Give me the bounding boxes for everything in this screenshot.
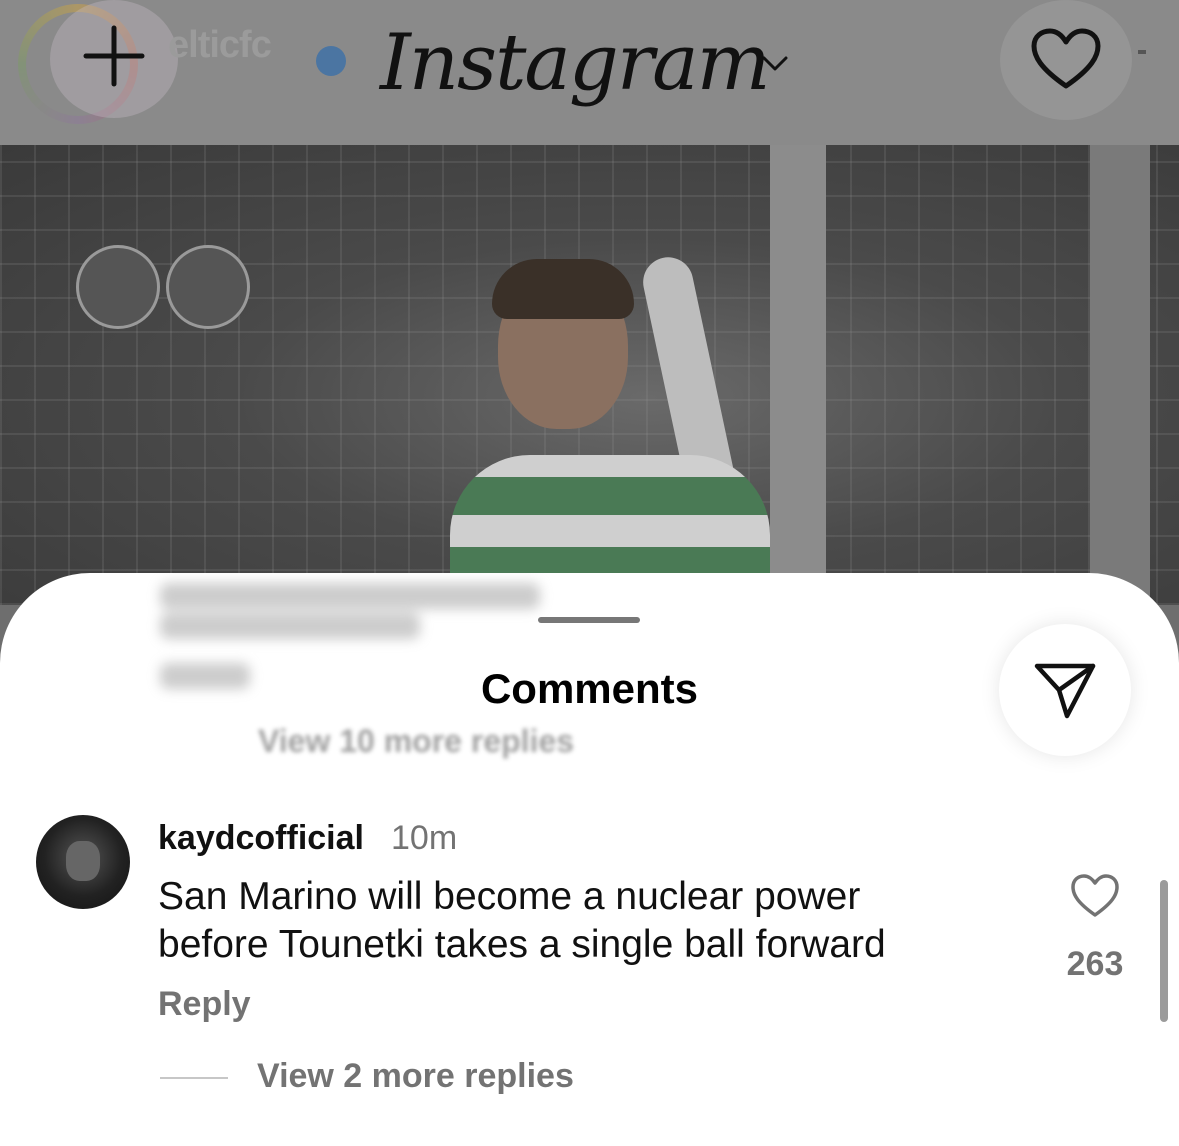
heart-icon — [1031, 28, 1101, 89]
rangers-crest-logo — [76, 245, 160, 329]
instagram-logo[interactable]: Instagram — [380, 18, 771, 108]
scrollbar[interactable] — [1160, 880, 1168, 1022]
overflow-indicator — [1138, 50, 1146, 54]
notifications-button[interactable] — [1000, 0, 1132, 120]
comment-timestamp: 10m — [391, 819, 458, 857]
comment-text-line-1: San Marino will become a nuclear power — [158, 875, 861, 918]
comments-sheet: View 10 more replies Comments kaydcoffic… — [0, 573, 1179, 1146]
celtic-crest-logo — [166, 245, 250, 329]
player-figure — [440, 252, 780, 605]
share-button[interactable] — [999, 624, 1131, 756]
like-count: 263 — [1066, 945, 1124, 983]
top-app-bar: elticfc Instagram — [0, 0, 1179, 145]
sheet-drag-handle[interactable] — [538, 617, 640, 623]
verified-badge-icon — [316, 46, 346, 76]
reply-button[interactable]: Reply — [158, 985, 251, 1024]
chevron-down-icon[interactable] — [760, 52, 790, 74]
comment-text-line-2: before Tounetki takes a single ball forw… — [158, 923, 886, 966]
plus-icon — [83, 25, 145, 87]
view-more-replies-button[interactable]: View 2 more replies — [257, 1057, 574, 1096]
goal-post-right — [1090, 145, 1150, 605]
avatar[interactable] — [36, 815, 130, 909]
comment-text: San Marino will become a nuclear power b… — [158, 873, 1018, 969]
account-name: elticfc — [168, 24, 272, 66]
create-button[interactable] — [50, 0, 178, 118]
post-photo — [0, 145, 1179, 605]
player-hair — [492, 259, 634, 319]
heart-outline-icon[interactable] — [1070, 873, 1120, 919]
comment-username[interactable]: kaydcofficial — [158, 819, 364, 858]
replies-divider — [160, 1077, 228, 1079]
blurred-view-replies: View 10 more replies — [258, 723, 575, 759]
send-icon — [1034, 663, 1096, 719]
